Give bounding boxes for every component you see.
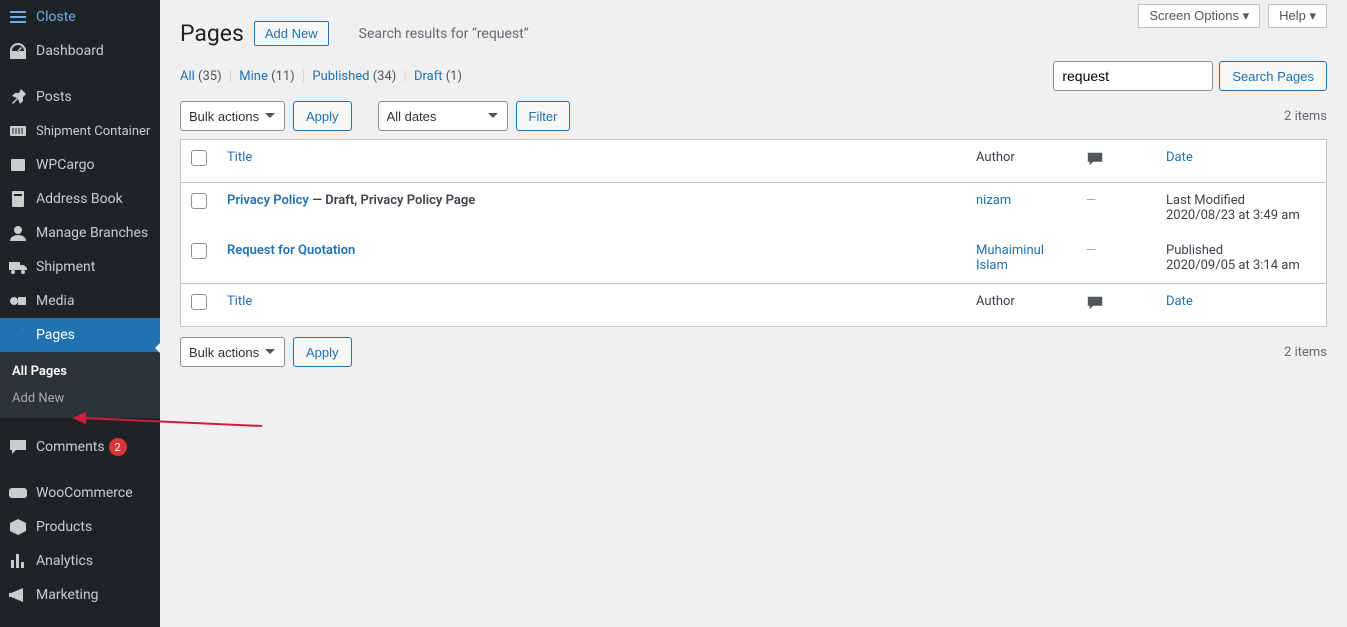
screen-options-button[interactable]: Screen Options ▾ [1138, 4, 1260, 28]
comments-icon[interactable] [1086, 150, 1104, 168]
filter-published[interactable]: Published [312, 69, 369, 84]
screen-meta-links: Screen Options ▾ Help ▾ [1138, 4, 1327, 28]
select-row-checkbox[interactable] [191, 193, 207, 209]
sidebar-item-label: Address Book [36, 191, 123, 207]
search-input[interactable] [1053, 61, 1213, 91]
pin-icon [8, 87, 28, 107]
date-status: Last Modified [1166, 193, 1245, 208]
author-link[interactable]: Muhaiminul Islam [976, 243, 1044, 273]
sidebar-item-label: Comments [36, 439, 105, 455]
column-author: Author [976, 150, 1015, 165]
sidebar-subitem-all-pages[interactable]: All Pages [0, 358, 160, 385]
search-results-subtitle: Search results for “request” [359, 26, 529, 42]
comments-count: — [1086, 193, 1096, 208]
sidebar-item-media[interactable]: Media [0, 284, 160, 318]
sidebar-item-label: Analytics [36, 553, 93, 569]
items-count-bottom: 2 items [1284, 345, 1327, 360]
sidebar-item-label: Media [36, 293, 75, 309]
post-status-filters: All (35) | Mine (11) | Published (34) | … [180, 69, 462, 84]
add-new-button[interactable]: Add New [254, 21, 329, 46]
search-pages-button[interactable]: Search Pages [1219, 61, 1327, 91]
apply-button-bottom[interactable]: Apply [293, 337, 352, 367]
sidebar-item-dashboard[interactable]: Dashboard [0, 34, 160, 68]
post-state: — Draft, Privacy Policy Page [309, 193, 475, 208]
date-value: 2020/09/05 at 3:14 am [1166, 258, 1300, 273]
sidebar-item-label: Shipment [36, 259, 95, 275]
sidebar-item-label: WooCommerce [36, 485, 133, 501]
dashboard-icon [8, 41, 28, 61]
sidebar-item-label: Closte [36, 9, 76, 25]
sidebar-item-shipment-container[interactable]: Shipment Container [0, 114, 160, 148]
date-status: Published [1166, 243, 1223, 258]
bulk-actions-select-top[interactable]: Bulk actions [180, 101, 285, 131]
author-link[interactable]: nizam [976, 193, 1011, 208]
sidebar-item-label: Pages [36, 327, 75, 343]
sidebar-item-marketing[interactable]: Marketing [0, 578, 160, 612]
chart-icon [8, 551, 28, 571]
select-all-checkbox-top[interactable] [191, 150, 207, 166]
filter-button[interactable]: Filter [516, 101, 571, 131]
book-icon [8, 189, 28, 209]
sidebar-item-closte[interactable]: Closte [0, 0, 160, 34]
sidebar-item-woocommerce[interactable]: WooCommerce [0, 476, 160, 510]
filter-draft[interactable]: Draft [414, 69, 443, 84]
select-all-checkbox-bottom[interactable] [191, 294, 207, 310]
main-content: Screen Options ▾ Help ▾ Pages Add New Se… [160, 0, 1347, 627]
help-button[interactable]: Help ▾ [1268, 4, 1327, 28]
sidebar-item-products[interactable]: Products [0, 510, 160, 544]
page-title-link[interactable]: Request for Quotation [227, 243, 355, 258]
sidebar-item-manage-branches[interactable]: Manage Branches [0, 216, 160, 250]
page-title-link[interactable]: Privacy Policy [227, 193, 309, 208]
sidebar-item-comments[interactable]: Comments 2 [0, 430, 160, 464]
container-icon [8, 121, 28, 141]
sidebar-item-pages[interactable]: Pages [0, 318, 160, 352]
column-date[interactable]: Date [1166, 150, 1193, 165]
page-title: Pages [180, 20, 244, 47]
box-icon [8, 155, 28, 175]
menu-icon [8, 7, 28, 27]
product-icon [8, 517, 28, 537]
column-title[interactable]: Title [227, 150, 252, 165]
sidebar-item-wpcargo[interactable]: WPCargo [0, 148, 160, 182]
sidebar-subitem-add-new[interactable]: Add New [0, 385, 160, 412]
filter-mine[interactable]: Mine [239, 69, 268, 84]
apply-button-top[interactable]: Apply [293, 101, 352, 131]
megaphone-icon [8, 585, 28, 605]
sidebar-item-label: WPCargo [36, 157, 94, 173]
sidebar-item-label: Products [36, 519, 92, 535]
truck-icon [8, 257, 28, 277]
comments-count: — [1086, 243, 1096, 258]
media-icon [8, 291, 28, 311]
comments-count-badge: 2 [109, 438, 127, 456]
items-count-top: 2 items [1284, 109, 1327, 124]
column-author: Author [976, 294, 1015, 309]
table-row: Request for Quotation Muhaiminul Islam —… [181, 233, 1326, 283]
user-icon [8, 223, 28, 243]
admin-sidebar: Closte Dashboard Posts Shipment Containe… [0, 0, 160, 627]
page-icon [8, 325, 28, 345]
date-value: 2020/08/23 at 3:49 am [1166, 208, 1300, 223]
date-filter-select[interactable]: All dates [378, 101, 508, 131]
sidebar-item-shipment[interactable]: Shipment [0, 250, 160, 284]
table-row: Privacy Policy — Draft, Privacy Policy P… [181, 183, 1326, 233]
search-box: Search Pages [1053, 61, 1327, 91]
sidebar-item-label: Shipment Container [36, 124, 150, 139]
comments-icon[interactable] [1086, 294, 1104, 312]
comment-icon [8, 437, 28, 457]
sidebar-item-address-book[interactable]: Address Book [0, 182, 160, 216]
pages-table: Title Author Date Privacy Policy — Draft… [180, 139, 1327, 327]
column-date[interactable]: Date [1166, 294, 1193, 309]
sidebar-item-label: Posts [36, 89, 72, 105]
sidebar-item-posts[interactable]: Posts [0, 80, 160, 114]
sidebar-item-analytics[interactable]: Analytics [0, 544, 160, 578]
sidebar-item-label: Manage Branches [36, 225, 148, 241]
column-title[interactable]: Title [227, 294, 252, 309]
select-row-checkbox[interactable] [191, 243, 207, 259]
bulk-actions-select-bottom[interactable]: Bulk actions [180, 337, 285, 367]
woo-icon [8, 483, 28, 503]
filter-all[interactable]: All [180, 69, 195, 84]
sidebar-submenu-pages: All Pages Add New [0, 352, 160, 418]
sidebar-item-label: Marketing [36, 587, 99, 603]
sidebar-item-label: Dashboard [36, 43, 104, 59]
